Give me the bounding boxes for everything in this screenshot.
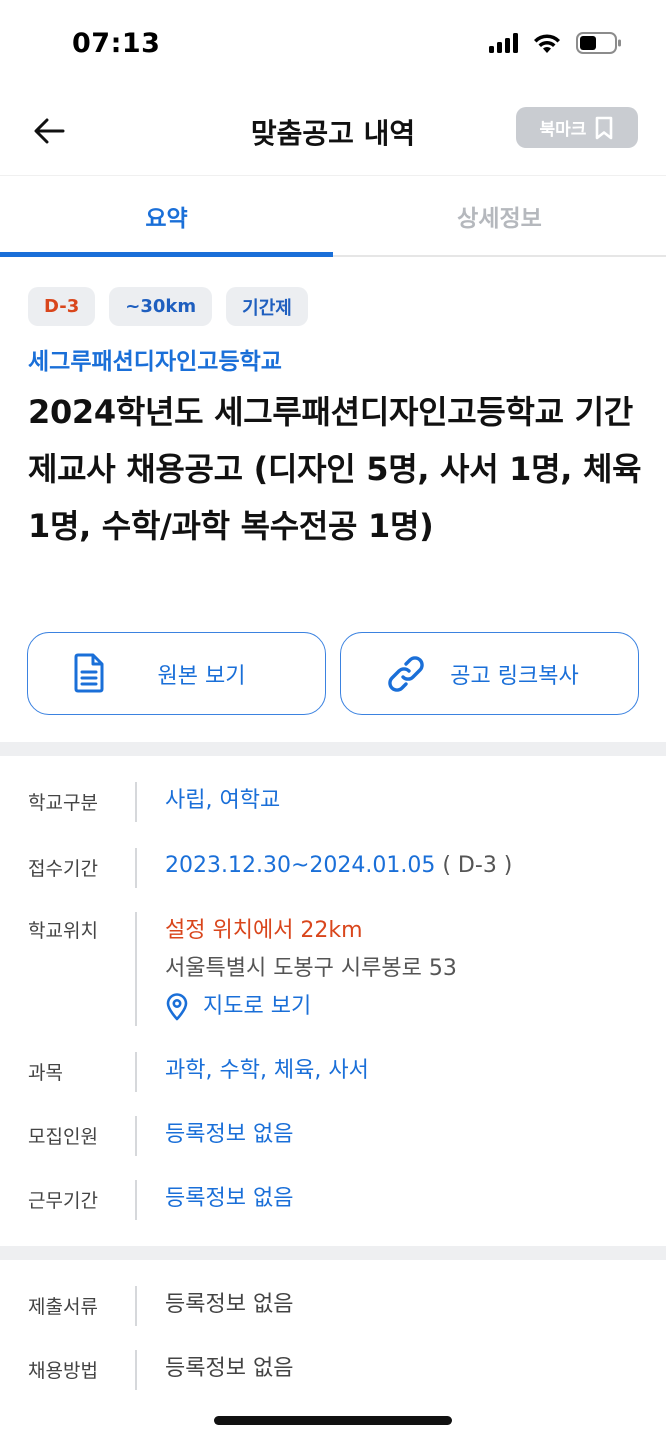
info-value: 2023.12.30~2024.01.05 ( D-3 ) bbox=[165, 847, 512, 885]
info-separator bbox=[135, 848, 137, 888]
cellular-signal-icon bbox=[489, 33, 518, 53]
info-value: 설정 위치에서 22km 서울특별시 도봉구 시루봉로 53 지도로 보기 bbox=[165, 912, 457, 1026]
status-time: 07:13 bbox=[72, 28, 161, 59]
tab-bar: 요약 상세정보 bbox=[0, 175, 666, 257]
section-divider bbox=[0, 742, 666, 756]
tab-details[interactable]: 상세정보 bbox=[333, 176, 666, 255]
info-value: 과학, 수학, 체육, 사서 bbox=[165, 1058, 369, 1083]
info-label: 접수기간 bbox=[28, 858, 98, 880]
status-icons bbox=[489, 32, 622, 54]
distance-chip: ~30km bbox=[109, 287, 213, 326]
location-pin-icon bbox=[166, 993, 188, 1021]
tab-summary[interactable]: 요약 bbox=[0, 176, 333, 257]
info-label: 제출서류 bbox=[28, 1296, 98, 1318]
info-label: 과목 bbox=[28, 1062, 63, 1084]
info-label: 학교위치 bbox=[28, 920, 98, 942]
wifi-icon bbox=[532, 32, 562, 54]
info-separator bbox=[135, 782, 137, 822]
tag-chips: D-3 ~30km 기간제 bbox=[28, 287, 308, 326]
job-title: 2024학년도 세그루패션디자인고등학교 기간제교사 채용공고 (디자인 5명,… bbox=[28, 393, 642, 545]
info-value: 사립, 여학교 bbox=[165, 788, 281, 813]
info-separator bbox=[135, 1180, 137, 1220]
info-separator bbox=[135, 912, 137, 1026]
info-value: 등록정보 없음 bbox=[165, 1122, 294, 1147]
info-label: 채용방법 bbox=[28, 1360, 98, 1382]
action-buttons: 원본 보기 공고 링크복사 bbox=[27, 632, 639, 715]
location-address: 서울특별시 도봉구 시루봉로 53 bbox=[165, 956, 457, 981]
copy-link-label: 공고 링크복사 bbox=[450, 663, 579, 689]
period-dday: ( D-3 ) bbox=[442, 853, 513, 878]
map-link[interactable]: 지도로 보기 bbox=[165, 988, 457, 1026]
info-label: 학교구분 bbox=[28, 792, 98, 814]
info-separator bbox=[135, 1052, 137, 1092]
info-label: 근무기간 bbox=[28, 1190, 98, 1212]
dday-chip: D-3 bbox=[28, 287, 96, 326]
map-link-label: 지도로 보기 bbox=[203, 994, 312, 1019]
info-label: 모집인원 bbox=[28, 1126, 98, 1148]
bookmark-label: 북마크 bbox=[539, 120, 587, 140]
info-value: 등록정보 없음 bbox=[165, 1356, 294, 1381]
school-name: 세그루패션디자인고등학교 bbox=[28, 349, 282, 375]
bookmark-button[interactable]: 북마크 bbox=[516, 107, 638, 148]
period-dates: 2023.12.30~2024.01.05 bbox=[165, 853, 436, 878]
info-separator bbox=[135, 1286, 137, 1326]
info-value: 등록정보 없음 bbox=[165, 1186, 294, 1211]
status-bar: 07:13 bbox=[0, 0, 666, 90]
battery-icon bbox=[576, 32, 622, 54]
view-original-label: 원본 보기 bbox=[157, 663, 246, 689]
section-divider bbox=[0, 1246, 666, 1260]
copy-link-button[interactable]: 공고 링크복사 bbox=[340, 632, 639, 715]
location-distance: 설정 위치에서 22km bbox=[165, 918, 363, 943]
info-separator bbox=[135, 1116, 137, 1156]
home-indicator[interactable] bbox=[214, 1416, 452, 1425]
employment-type-chip: 기간제 bbox=[226, 287, 308, 326]
app-header: 맞춤공고 내역 북마크 bbox=[0, 90, 666, 175]
info-value: 등록정보 없음 bbox=[165, 1292, 294, 1317]
info-separator bbox=[135, 1350, 137, 1390]
bookmark-icon bbox=[596, 116, 613, 139]
view-original-button[interactable]: 원본 보기 bbox=[27, 632, 326, 715]
